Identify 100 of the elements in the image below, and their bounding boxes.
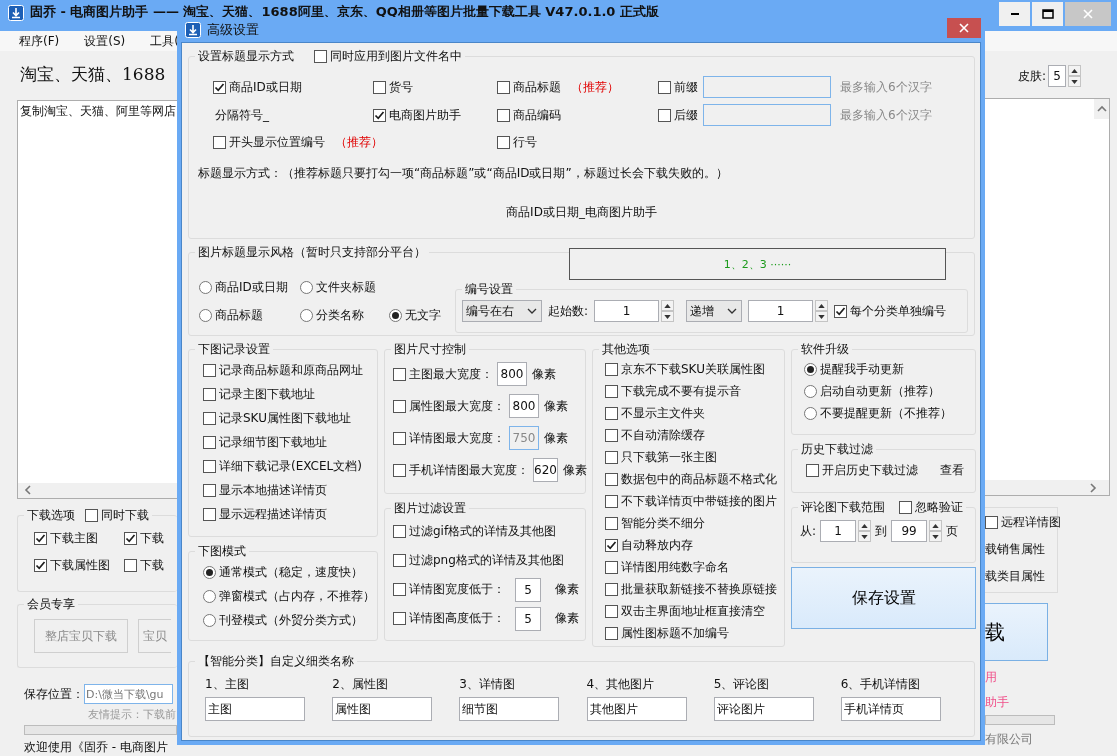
checkbox-label: 记录细节图下载地址 bbox=[219, 433, 327, 451]
from-field[interactable]: 1 bbox=[820, 520, 857, 542]
checkbox-label: 详情图用纯数字命名 bbox=[621, 558, 729, 576]
checkbox-label: 不显示主文件夹 bbox=[621, 404, 705, 422]
group-title: 图片尺寸控制 bbox=[394, 341, 466, 358]
checkbox-label: 开头显示位置编号 bbox=[229, 133, 325, 151]
category-field[interactable]: 主图 bbox=[205, 697, 305, 721]
checkbox-label: 电商图片助手 bbox=[389, 106, 461, 124]
threshold-field[interactable]: 5 bbox=[515, 606, 541, 631]
group-title: 历史下载过滤 bbox=[801, 441, 873, 458]
radio-label: 提醒我手动更新 bbox=[820, 360, 904, 378]
checkbox-label: 同时应用到图片文件名中 bbox=[330, 48, 462, 65]
checkbox-label: 京东不下载SKU关联属性图 bbox=[621, 360, 765, 378]
download-button[interactable]: 载 bbox=[985, 603, 1048, 661]
notice-text: 助手 bbox=[985, 694, 1009, 711]
recommend-note: （推荐） bbox=[571, 78, 619, 96]
to-label: 到 bbox=[875, 522, 888, 540]
checkbox-label: 显示本地描述详情页 bbox=[219, 481, 327, 499]
checkbox-label: 前缀 bbox=[674, 78, 698, 96]
category-field[interactable]: 细节图 bbox=[459, 697, 560, 721]
text-area-text: 复制淘宝、天猫、阿里等网店 bbox=[20, 102, 176, 120]
group-title: 图片标题显示风格（暂时只支持部分平台） bbox=[198, 244, 426, 261]
category-field[interactable]: 评论图片 bbox=[713, 697, 814, 721]
group-title: 软件升级 bbox=[801, 341, 849, 358]
checkbox-label: 双击主界面地址框直接清空 bbox=[621, 602, 765, 620]
radio-label: 分类名称 bbox=[316, 306, 364, 324]
to-field[interactable]: 99 bbox=[891, 520, 928, 542]
category-field[interactable]: 手机详情页 bbox=[840, 697, 941, 721]
checkbox-label: 详情图最大宽度： bbox=[409, 429, 505, 447]
checkbox-label: 不下载详情页中带链接的图片 bbox=[621, 492, 777, 510]
category-field[interactable]: 属性图 bbox=[332, 697, 433, 721]
checkbox-label: 商品标题 bbox=[513, 78, 561, 96]
skin-field[interactable]: 5 bbox=[1048, 65, 1067, 87]
explanation-text: 标题显示方式：（推荐标题只要打勾一项“商品标题”或“商品ID或日期”，标题过长会下载失败的。） bbox=[198, 165, 729, 182]
checkbox-label: 智能分类不细分 bbox=[621, 514, 705, 532]
radio-label: 启动自动更新（推荐） bbox=[820, 382, 940, 400]
group-title: 会员专享 bbox=[27, 596, 75, 614]
checkbox-label: 记录主图下载地址 bbox=[219, 385, 315, 403]
option-label: 载类目属性 bbox=[985, 568, 1046, 585]
unit-label: 像素 bbox=[544, 429, 568, 447]
checkbox-label: 批量获取新链接不替换原链接 bbox=[621, 580, 777, 598]
radio-label: 商品标题 bbox=[215, 306, 263, 324]
checkbox-label: 忽略验证 bbox=[915, 499, 963, 516]
threshold-field[interactable]: 5 bbox=[515, 577, 541, 602]
group-title: 设置标题显示方式 bbox=[198, 48, 294, 65]
save-button[interactable]: 保存设置 bbox=[791, 567, 976, 629]
radio-label: 不要提醒更新（不推荐） bbox=[820, 404, 952, 422]
checkbox-label: 属性图标题不加编号 bbox=[621, 624, 729, 642]
option-label: 载销售属性 bbox=[985, 541, 1046, 558]
group-title: 【智能分类】自定义细类名称 bbox=[198, 653, 354, 670]
width-field[interactable]: 620 bbox=[533, 458, 558, 482]
radio-label: 商品ID或日期 bbox=[215, 278, 288, 296]
page-label: 页 bbox=[946, 522, 959, 540]
direction-dropdown[interactable]: 递增 bbox=[686, 300, 743, 322]
category-label: 1、主图 bbox=[205, 676, 250, 693]
menu-item[interactable]: 程序(F) bbox=[19, 32, 60, 50]
tip-text: 友情提示：下载前 bbox=[88, 707, 177, 722]
checkbox-label: 手机详情图最大宽度： bbox=[409, 461, 529, 479]
numbering-preview: 1、2、3 ······ bbox=[569, 248, 946, 280]
checkbox-label: 同时下载 bbox=[101, 506, 149, 524]
checkbox-label: 过滤png格式的详情及其他图 bbox=[409, 552, 564, 569]
checkbox-label: 详情图宽度低于： bbox=[409, 581, 505, 598]
width-field[interactable]: 800 bbox=[497, 362, 527, 386]
heading: 淘宝、天猫、1688 bbox=[20, 63, 167, 86]
checkbox-label: 下载属性图 bbox=[50, 556, 110, 574]
view-link[interactable]: 查看 bbox=[940, 461, 964, 479]
hint-text: 最多输入6个汉字 bbox=[840, 106, 932, 124]
unit-label: 像素 bbox=[555, 581, 579, 598]
group-title: 下图记录设置 bbox=[198, 341, 270, 358]
menu-item[interactable]: 设置(S) bbox=[84, 32, 126, 50]
radio-label: 无文字 bbox=[405, 306, 441, 324]
group-title: 评论图下载范围 bbox=[801, 499, 885, 516]
start-field[interactable]: 1 bbox=[594, 300, 660, 322]
step-field[interactable]: 1 bbox=[748, 300, 814, 322]
checkbox-label: 主图最大宽度： bbox=[409, 365, 493, 383]
skin-label: 皮肤: bbox=[1018, 67, 1047, 85]
checkbox-label: 详情图高度低于： bbox=[409, 610, 505, 627]
checkbox-label: 商品ID或日期 bbox=[229, 78, 302, 96]
text-area[interactable]: 复制淘宝、天猫、阿里等网店 bbox=[17, 99, 177, 499]
checkbox-label: 行号 bbox=[513, 133, 537, 151]
radio-label: 文件夹标题 bbox=[316, 278, 376, 296]
checkbox-label: 显示远程描述详情页 bbox=[219, 505, 327, 523]
checkbox-label: 下载 bbox=[140, 556, 164, 574]
checkbox-label: 开启历史下载过滤 bbox=[822, 461, 918, 479]
group-title: 其他选项 bbox=[602, 341, 650, 358]
category-label: 5、评论图 bbox=[713, 676, 771, 693]
checkbox-label: 详细下载记录(EXCEL文档) bbox=[219, 457, 362, 475]
checkbox-label: 数据包中的商品标题不格式化 bbox=[621, 470, 777, 488]
checkbox-label: 只下载第一张主图 bbox=[621, 448, 717, 466]
radio-label: 通常模式（稳定，速度快） bbox=[219, 563, 363, 581]
checkbox-label: 过滤gif格式的详情及其他图 bbox=[409, 523, 557, 540]
save-location-field[interactable]: D:\微当下载\gu bbox=[84, 684, 173, 704]
checkbox-label: 属性图最大宽度： bbox=[409, 397, 505, 415]
checkbox-label: 记录商品标题和原商品网址 bbox=[219, 361, 363, 379]
width-field[interactable]: 800 bbox=[509, 394, 539, 418]
from-label: 从: bbox=[800, 522, 817, 540]
category-field[interactable]: 其他图片 bbox=[586, 697, 687, 721]
checkbox-label: 货号 bbox=[389, 78, 413, 96]
position-dropdown[interactable]: 编号在右 bbox=[462, 300, 542, 322]
checkbox-label: 下载 bbox=[140, 529, 164, 547]
